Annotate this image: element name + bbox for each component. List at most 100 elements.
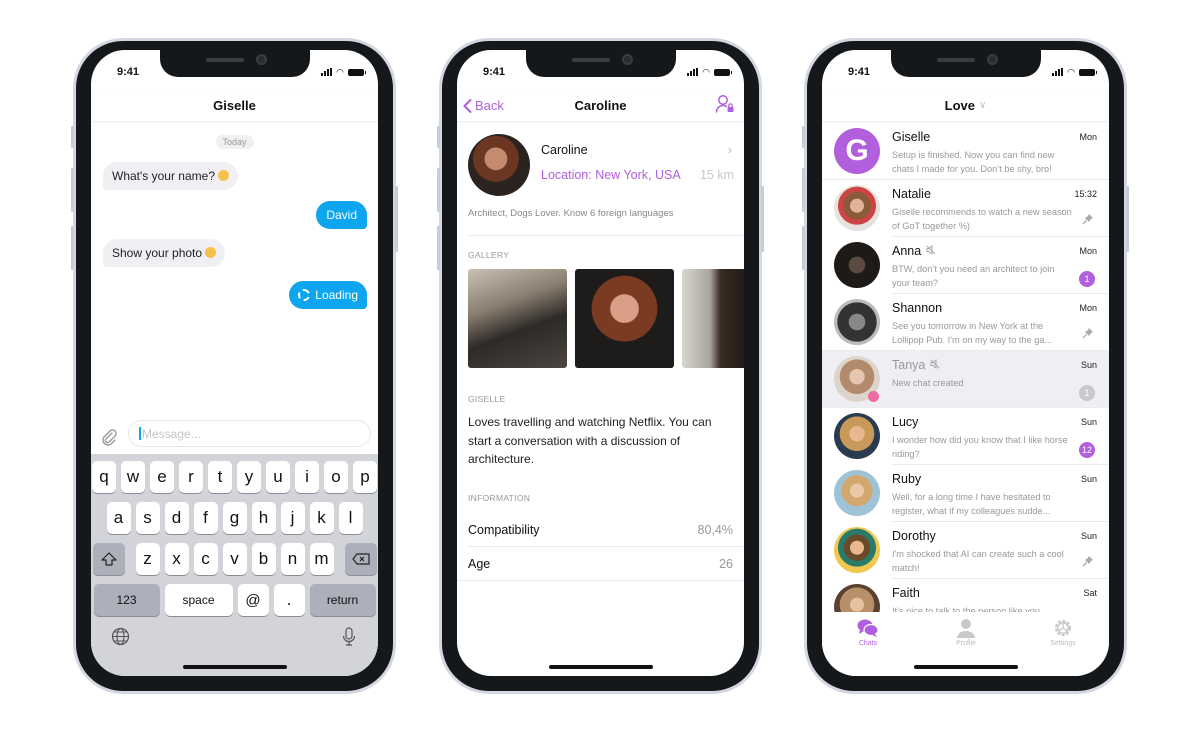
gallery-photo[interactable] [682, 269, 744, 368]
key[interactable]: q [92, 461, 116, 493]
status-bar: 9:41 ◠ [91, 50, 378, 78]
avatar [834, 584, 880, 613]
key[interactable]: x [164, 543, 189, 575]
status-bar: 9:41 ◠ [822, 50, 1109, 78]
person-icon [936, 618, 996, 640]
side-button [802, 226, 805, 270]
key[interactable]: g [222, 502, 247, 534]
phone-chat-list: 9:41 ◠ Love ∨ G Giselle Setup is finished.… [802, 38, 1129, 694]
key[interactable]: i [295, 461, 319, 493]
chat-list-item[interactable]: G Giselle Setup is finished. Now you can f… [822, 123, 1109, 180]
tab-settings[interactable]: Settings [1033, 618, 1093, 647]
battery-icon [348, 69, 366, 76]
key[interactable]: c [193, 543, 218, 575]
gear-icon [1033, 618, 1093, 640]
pin-icon [1082, 327, 1094, 342]
delete-key[interactable] [344, 543, 377, 575]
chat-list-item[interactable]: Lucy I wonder how did you know that I lik… [822, 408, 1109, 465]
key[interactable]: j [280, 502, 305, 534]
profile-name[interactable]: Caroline [541, 143, 588, 157]
at-key[interactable]: @ [237, 584, 269, 616]
chat-name-row: Natalie [892, 187, 931, 201]
chat-name: Giselle [892, 130, 931, 144]
list-header[interactable]: Love ∨ [822, 90, 1109, 122]
side-button [802, 126, 805, 148]
key[interactable]: r [179, 461, 203, 493]
tab-label: Chats [858, 640, 878, 647]
status-time: 9:41 [483, 66, 506, 78]
microphone-icon[interactable] [342, 627, 356, 652]
key[interactable]: k [309, 502, 334, 534]
tab-profile[interactable]: Profile [936, 618, 996, 647]
profile-header: Back Caroline [457, 90, 744, 122]
side-button [71, 168, 74, 212]
chat-name: Lucy [892, 415, 919, 429]
paperclip-icon[interactable] [100, 428, 118, 446]
key[interactable]: n [280, 543, 305, 575]
key[interactable]: v [222, 543, 247, 575]
home-indicator [548, 665, 653, 669]
avatar: G [834, 128, 880, 174]
space-key[interactable]: space [164, 584, 233, 616]
chat-name: Anna [892, 244, 922, 258]
chat-time: 15:32 [1074, 189, 1097, 199]
signal-icon [1052, 68, 1064, 76]
chat-title: Giselle [213, 98, 256, 113]
avatar-letter: G [845, 134, 869, 167]
user-lock-icon[interactable] [715, 94, 735, 117]
key[interactable]: w [121, 461, 145, 493]
key[interactable]: e [150, 461, 174, 493]
chat-list-item[interactable]: Shannon See you tomorrow in New York at t… [822, 294, 1109, 351]
return-key[interactable]: return [309, 584, 376, 616]
message-input[interactable]: Message... [128, 420, 371, 447]
avatar [834, 527, 880, 573]
chat-list-item[interactable]: Ruby Well, for a long time I have hesitat… [822, 465, 1109, 522]
dot-key[interactable]: . [273, 584, 305, 616]
chevron-down-icon[interactable]: ∨ [979, 100, 986, 111]
chat-time: Sun [1080, 417, 1097, 427]
key[interactable]: t [208, 461, 232, 493]
key[interactable]: p [353, 461, 377, 493]
globe-icon[interactable] [111, 627, 130, 651]
side-button [395, 186, 398, 252]
online-indicator [868, 391, 879, 402]
key[interactable]: m [309, 543, 334, 575]
key[interactable]: z [135, 543, 160, 575]
chat-name-row: Giselle [892, 130, 930, 144]
key[interactable]: s [135, 502, 160, 534]
numbers-key[interactable]: 123 [93, 584, 160, 616]
home-indicator [913, 665, 1018, 669]
unread-badge: 1 [1079, 385, 1095, 401]
chat-preview: Setup is finished. Now you can find new … [892, 150, 1055, 174]
key[interactable]: f [193, 502, 218, 534]
list-title[interactable]: Love [945, 98, 975, 113]
gallery-photo[interactable] [575, 269, 674, 368]
avatar [834, 185, 880, 231]
chat-name-row: Faith [892, 586, 920, 600]
chat-list-item[interactable]: Faith It’s nice to talk to the person lik… [822, 579, 1109, 613]
message-bubble-incoming: Show your photo [103, 239, 226, 267]
chat-list-item[interactable]: Anna BTW, don’t you need an architect to … [822, 237, 1109, 294]
profile-avatar[interactable] [468, 134, 530, 196]
key[interactable]: h [251, 502, 276, 534]
gallery-photo[interactable] [468, 269, 567, 368]
chat-preview: Well, for a long time I have hesitated t… [892, 492, 1051, 516]
key[interactable]: u [266, 461, 290, 493]
chat-list-item[interactable]: Dorothy I'm shocked that AI can create su… [822, 522, 1109, 579]
tab-chats[interactable]: Chats [838, 618, 898, 647]
chat-list-item[interactable]: Tanya New chat created Sun 1 [822, 351, 1109, 408]
key[interactable]: o [324, 461, 348, 493]
shift-key[interactable] [92, 543, 125, 575]
back-button[interactable]: Back [463, 98, 504, 113]
spinner-icon [298, 289, 311, 301]
status-time: 9:41 [117, 66, 140, 78]
chat-list-item[interactable]: Natalie Giselle recommends to watch a new… [822, 180, 1109, 237]
key[interactable]: l [338, 502, 363, 534]
chat-time: Sun [1080, 531, 1097, 541]
chevron-right-icon[interactable]: › [728, 142, 732, 157]
key[interactable]: a [106, 502, 131, 534]
key[interactable]: b [251, 543, 276, 575]
chat-name: Dorothy [892, 529, 936, 543]
key[interactable]: y [237, 461, 261, 493]
key[interactable]: d [164, 502, 189, 534]
